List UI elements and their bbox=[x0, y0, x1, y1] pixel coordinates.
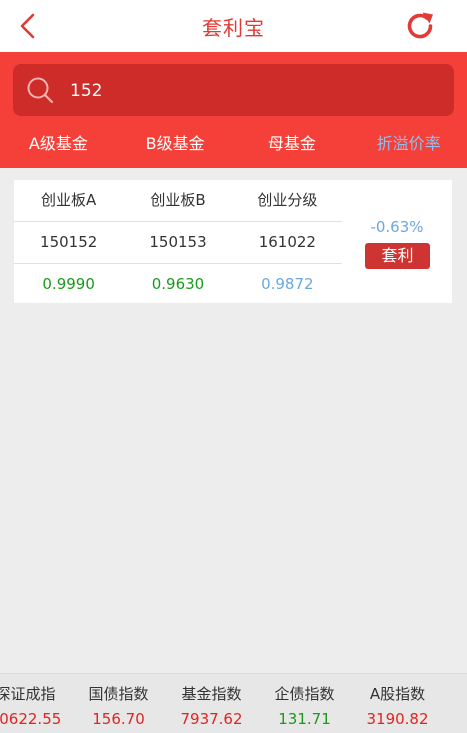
ticker-item[interactable]: 国债指数 156.70 bbox=[72, 674, 165, 728]
index-ticker[interactable]: 深证成指 10622.55 国债指数 156.70 基金指数 7937.62 企… bbox=[0, 673, 467, 733]
arbitrage-button[interactable]: 套利 bbox=[365, 243, 430, 269]
ticker-name: 企债指数 bbox=[274, 685, 335, 703]
search-icon bbox=[27, 77, 54, 104]
fund-name-row: 创业板A 创业板B 创业分级 bbox=[14, 180, 342, 222]
search-panel: A级基金 B级基金 母基金 折溢价率 bbox=[0, 52, 467, 168]
ticker-item[interactable]: 深 1 bbox=[444, 674, 467, 728]
tab-b-fund[interactable]: B级基金 bbox=[117, 130, 234, 158]
tab-bar: A级基金 B级基金 母基金 折溢价率 bbox=[0, 130, 467, 158]
fund-code-row: 150152 150153 161022 bbox=[14, 222, 342, 264]
fund-b-name: 创业板B bbox=[150, 191, 206, 209]
ticker-item[interactable]: A股指数 3190.82 bbox=[351, 674, 444, 728]
tab-a-fund[interactable]: A级基金 bbox=[0, 130, 117, 158]
parent-fund-name: 创业分级 bbox=[257, 191, 318, 209]
search-input[interactable] bbox=[68, 74, 432, 108]
refresh-icon bbox=[407, 12, 433, 39]
ticker-value: 1 bbox=[444, 710, 467, 728]
top-bar: 套利宝 bbox=[0, 0, 467, 52]
tab-parent-fund[interactable]: 母基金 bbox=[234, 130, 351, 158]
ticker-name: 国债指数 bbox=[88, 685, 149, 703]
fund-a-code: 150152 bbox=[40, 233, 98, 251]
fund-price-row: 0.9990 0.9630 0.9872 bbox=[14, 264, 342, 305]
tab-premium-rate[interactable]: 折溢价率 bbox=[350, 130, 467, 158]
page-title: 套利宝 bbox=[202, 16, 265, 40]
fund-b-price: 0.9630 bbox=[151, 275, 205, 293]
ticker-item[interactable]: 深证成指 10622.55 bbox=[0, 674, 72, 728]
ticker-name: A股指数 bbox=[369, 685, 426, 703]
ticker-item[interactable]: 基金指数 7937.62 bbox=[165, 674, 258, 728]
ticker-name: 深证成指 bbox=[0, 685, 56, 703]
ticker-track: 深证成指 10622.55 国债指数 156.70 基金指数 7937.62 企… bbox=[0, 674, 467, 728]
parent-fund-code: 161022 bbox=[258, 233, 316, 251]
ticker-value: 3190.82 bbox=[366, 710, 429, 728]
fund-grid: 创业板A 创业板B 创业分级 150152 150153 161022 0.99… bbox=[14, 180, 342, 303]
fund-result-card[interactable]: 创业板A 创业板B 创业分级 150152 150153 161022 0.99… bbox=[14, 180, 452, 303]
fund-a-name: 创业板A bbox=[41, 191, 97, 209]
ticker-value: 156.70 bbox=[92, 710, 145, 728]
refresh-button[interactable] bbox=[403, 9, 437, 43]
ticker-value: 10622.55 bbox=[0, 710, 62, 728]
ticker-name: 深 bbox=[444, 683, 467, 704]
ticker-value: 7937.62 bbox=[180, 710, 243, 728]
search-box[interactable] bbox=[13, 64, 454, 116]
fund-a-price: 0.9990 bbox=[42, 275, 95, 293]
ticker-name: 基金指数 bbox=[181, 685, 242, 703]
premium-panel: -0.63% 套利 bbox=[342, 180, 452, 303]
fund-b-code: 150153 bbox=[149, 233, 207, 251]
parent-fund-price: 0.9872 bbox=[261, 275, 314, 293]
ticker-item[interactable]: 企债指数 131.71 bbox=[258, 674, 351, 728]
ticker-value: 131.71 bbox=[278, 710, 331, 728]
premium-rate-value: -0.63% bbox=[370, 218, 424, 236]
